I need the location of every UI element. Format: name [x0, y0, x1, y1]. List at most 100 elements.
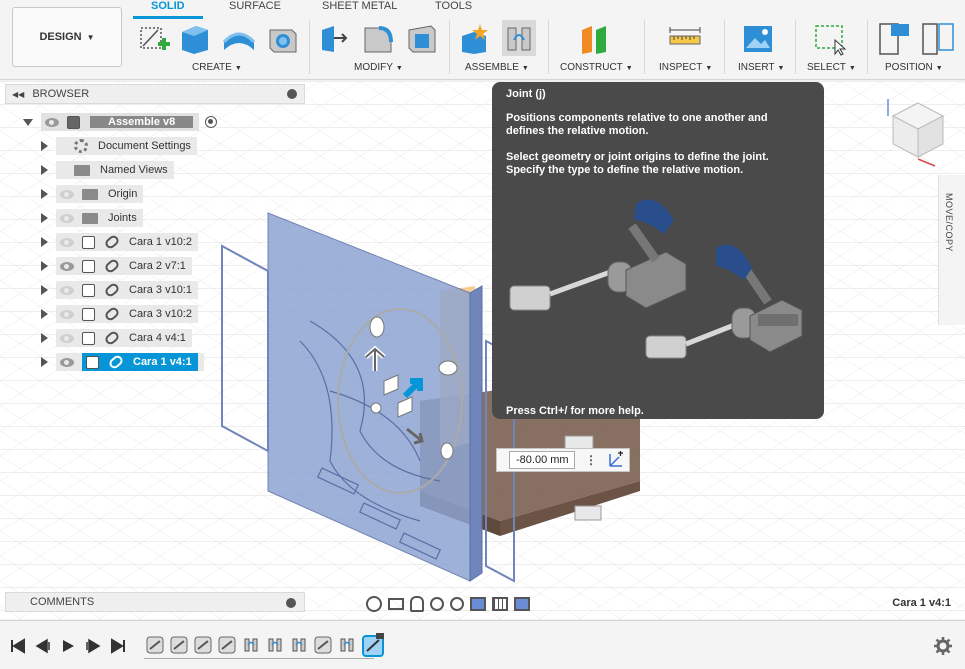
- tooltip-text: Specify the type to define the relative …: [506, 164, 744, 176]
- timeline-joint-icon[interactable]: [170, 636, 188, 654]
- expand-icon[interactable]: [41, 261, 48, 271]
- go-to-start-icon[interactable]: [10, 638, 26, 654]
- pan-icon[interactable]: [410, 596, 424, 612]
- expand-icon[interactable]: [41, 141, 48, 151]
- display-settings-icon[interactable]: [470, 597, 486, 611]
- eye-off-icon[interactable]: [60, 333, 74, 343]
- tab-surface[interactable]: SURFACE: [229, 0, 281, 16]
- eye-icon[interactable]: [60, 213, 74, 223]
- timeline-settings-gear-icon[interactable]: [934, 637, 952, 655]
- tab-tools[interactable]: TOOLS: [435, 0, 472, 16]
- shell-icon[interactable]: [405, 20, 439, 56]
- insert-menu[interactable]: INSERT ▼: [738, 62, 784, 73]
- look-at-icon[interactable]: [388, 598, 404, 610]
- expand-icon[interactable]: [41, 189, 48, 199]
- browser-item-named-views[interactable]: Named Views: [41, 160, 174, 180]
- link-icon: [103, 281, 121, 299]
- viewports-icon[interactable]: [514, 597, 530, 611]
- revert-position-icon[interactable]: [920, 20, 954, 56]
- timeline-joint-icon[interactable]: [146, 636, 164, 654]
- dimension-input[interactable]: [509, 451, 575, 469]
- axis-triad-icon[interactable]: [607, 451, 625, 469]
- capture-position-icon[interactable]: [877, 20, 911, 56]
- browser-item-component-selected[interactable]: Cara 1 v4:1: [41, 352, 204, 372]
- browser-item-label: Joints: [108, 212, 137, 224]
- timeline-rigid-group-icon[interactable]: [338, 636, 356, 654]
- expand-icon[interactable]: [41, 237, 48, 247]
- eye-icon[interactable]: [60, 261, 74, 271]
- step-back-icon[interactable]: [35, 638, 51, 654]
- plus-icon[interactable]: [286, 598, 296, 608]
- timeline-joint-icon[interactable]: [314, 636, 332, 654]
- create-sketch-icon[interactable]: [138, 20, 172, 56]
- timeline-joint-icon[interactable]: [218, 636, 236, 654]
- collapse-icon[interactable]: ◀◀: [12, 90, 24, 99]
- expand-icon[interactable]: [41, 213, 48, 223]
- fit-icon[interactable]: [450, 597, 464, 611]
- orbit-icon[interactable]: [366, 596, 382, 612]
- construct-menu[interactable]: CONSTRUCT ▼: [560, 62, 633, 73]
- workspace-switcher-button[interactable]: DESIGN ▼: [12, 7, 122, 67]
- timeline-joint-icon[interactable]: [194, 636, 212, 654]
- activate-radio-icon[interactable]: [205, 116, 218, 128]
- tab-sheet-metal[interactable]: SHEET METAL: [322, 0, 397, 16]
- position-menu[interactable]: POSITION ▼: [885, 62, 943, 73]
- select-menu[interactable]: SELECT ▼: [807, 62, 856, 73]
- eye-off-icon[interactable]: [60, 237, 74, 247]
- assemble-menu[interactable]: ASSEMBLE ▼: [465, 62, 529, 73]
- grid-icon[interactable]: [492, 597, 508, 611]
- browser-item-component[interactable]: Cara 4 v4:1: [41, 328, 192, 348]
- modify-menu[interactable]: MODIFY ▼: [354, 62, 403, 73]
- browser-item-component[interactable]: Cara 3 v10:1: [41, 280, 198, 300]
- eye-icon[interactable]: [45, 117, 59, 127]
- move-copy-panel[interactable]: MOVE/COPY: [938, 175, 965, 325]
- component-icon: [82, 235, 95, 249]
- minus-icon[interactable]: [287, 89, 297, 99]
- expand-icon[interactable]: [41, 309, 48, 319]
- new-component-icon[interactable]: [458, 20, 492, 56]
- eye-icon[interactable]: [60, 189, 74, 199]
- tooltip-text: defines the relative motion.: [506, 125, 649, 137]
- extrude-icon[interactable]: [178, 20, 212, 56]
- expand-icon[interactable]: [41, 333, 48, 343]
- timeline-rigid-group-icon[interactable]: [242, 636, 260, 654]
- browser-item-component[interactable]: Cara 2 v7:1: [41, 256, 192, 276]
- more-options-icon[interactable]: ⋮: [585, 453, 597, 467]
- create-menu[interactable]: CREATE ▼: [192, 62, 242, 73]
- expand-icon[interactable]: [23, 118, 33, 126]
- timeline-rigid-group-icon[interactable]: [290, 636, 308, 654]
- browser-item-document-settings[interactable]: Document Settings: [41, 136, 197, 156]
- select-icon[interactable]: [813, 20, 847, 56]
- browser-item-origin[interactable]: Origin: [41, 184, 144, 204]
- press-pull-icon[interactable]: [318, 20, 352, 56]
- comments-panel[interactable]: COMMENTS: [5, 592, 305, 612]
- zoom-icon[interactable]: [430, 597, 444, 611]
- expand-icon[interactable]: [41, 357, 48, 367]
- browser-header[interactable]: ◀◀ BROWSER: [5, 84, 305, 104]
- expand-icon[interactable]: [41, 285, 48, 295]
- timeline-rigid-group-icon[interactable]: [266, 636, 284, 654]
- browser-item-joints[interactable]: Joints: [41, 208, 143, 228]
- revolve-icon[interactable]: [222, 20, 256, 56]
- browser-item-component[interactable]: Cara 1 v10:2: [41, 232, 198, 252]
- play-icon[interactable]: [60, 638, 76, 654]
- eye-off-icon[interactable]: [60, 309, 74, 319]
- fillet-icon[interactable]: [361, 20, 395, 56]
- step-forward-icon[interactable]: [85, 638, 101, 654]
- tab-solid[interactable]: SOLID: [151, 0, 185, 16]
- browser-root-row[interactable]: Assemble v8: [23, 112, 218, 132]
- tooltip-text: Select geometry or joint origins to defi…: [506, 151, 769, 163]
- root-label: Assemble v8: [90, 116, 194, 128]
- joint-icon[interactable]: [502, 20, 536, 56]
- eye-off-icon[interactable]: [60, 285, 74, 295]
- browser-item-component[interactable]: Cara 3 v10:2: [41, 304, 198, 324]
- eye-icon[interactable]: [60, 357, 74, 367]
- inspect-menu[interactable]: INSPECT ▼: [659, 62, 712, 73]
- hole-icon[interactable]: [266, 20, 300, 56]
- measure-icon[interactable]: [668, 20, 702, 56]
- expand-icon[interactable]: [41, 165, 48, 175]
- go-to-end-icon[interactable]: [110, 638, 126, 654]
- timeline-current-joint-icon[interactable]: [362, 633, 384, 657]
- offset-plane-icon[interactable]: [578, 20, 612, 56]
- insert-image-icon[interactable]: [741, 20, 775, 56]
